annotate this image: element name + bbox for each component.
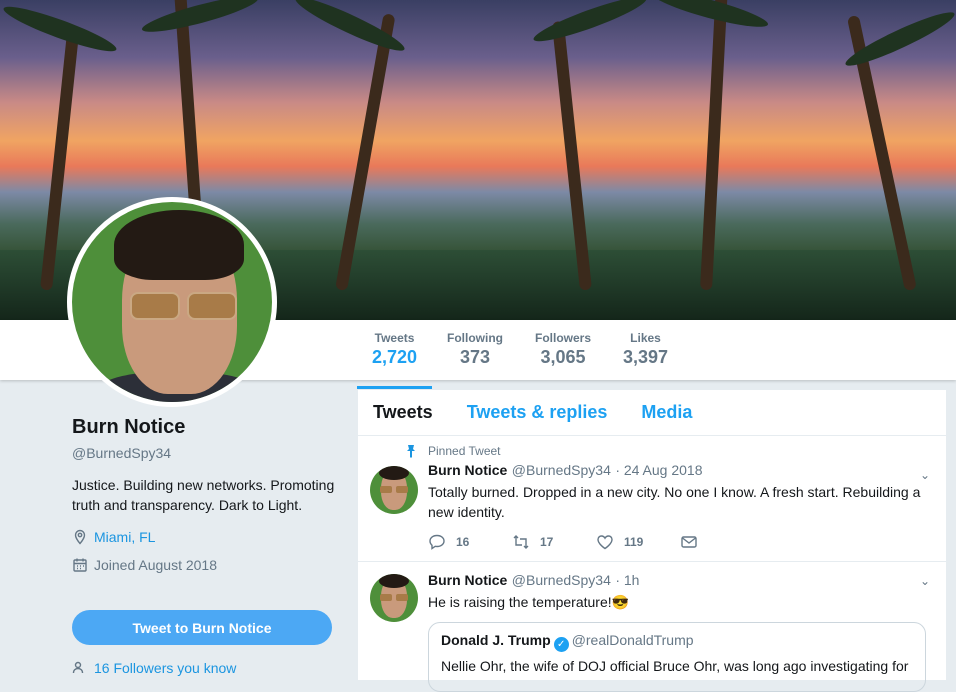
- stat-value: 3,397: [623, 347, 669, 367]
- followers-you-know-label: 16 Followers you know: [94, 660, 237, 676]
- stat-following[interactable]: Following 373: [447, 331, 503, 368]
- pinned-label: Pinned Tweet: [428, 444, 501, 458]
- tweet-to-button[interactable]: Tweet to Burn Notice: [72, 610, 332, 645]
- avatar-hair: [114, 210, 244, 280]
- timeline-tabs: Tweets Tweets & replies Media: [358, 390, 946, 436]
- quoted-author-handle: @realDonaldTrump: [571, 632, 694, 648]
- palm-frond: [0, 0, 120, 58]
- profile-name[interactable]: Burn Notice: [72, 416, 342, 439]
- tab-tweets-replies[interactable]: Tweets & replies: [467, 402, 608, 423]
- palm-frond: [649, 0, 771, 34]
- location-link[interactable]: Miami, FL: [94, 529, 155, 545]
- direct-message-button[interactable]: [680, 533, 764, 551]
- tweet-header: Burn Notice @BurnedSpy34 · 24 Aug 2018: [428, 462, 926, 480]
- tweet-author-handle[interactable]: @BurnedSpy34: [512, 462, 611, 478]
- followers-you-know[interactable]: 16 Followers you know: [72, 660, 236, 676]
- pin-icon: [407, 445, 415, 458]
- tab-tweets[interactable]: Tweets: [373, 402, 433, 423]
- stat-tweets[interactable]: Tweets 2,720: [356, 331, 433, 389]
- tweet-actions: 16 17 119: [428, 532, 926, 552]
- people-icon: [72, 661, 84, 674]
- quoted-tweet[interactable]: Donald J. Trump ✓ @realDonaldTrump Nellie …: [428, 622, 926, 692]
- reply-button[interactable]: 16: [428, 533, 512, 551]
- like-button[interactable]: 119: [596, 533, 680, 551]
- tweet-item[interactable]: ⌄ Burn Notice @BurnedSpy34 · 1h He is ra…: [358, 562, 946, 692]
- reply-icon: [429, 534, 445, 550]
- calendar-icon: [73, 558, 87, 572]
- stat-label: Likes: [630, 331, 661, 345]
- stat-label: Following: [447, 331, 503, 345]
- location-pin-icon: [74, 529, 86, 545]
- stat-label: Followers: [535, 331, 592, 345]
- palm-frond: [139, 0, 261, 39]
- retweet-icon: [513, 535, 529, 549]
- profile-joined: Joined August 2018: [72, 557, 342, 573]
- tab-media[interactable]: Media: [641, 402, 692, 423]
- tweet-author-handle[interactable]: @BurnedSpy34: [512, 572, 611, 588]
- tweet-author-name[interactable]: Burn Notice: [428, 462, 507, 478]
- profile-avatar[interactable]: [67, 197, 277, 407]
- chevron-down-icon[interactable]: ⌄: [920, 468, 932, 482]
- profile-card: Burn Notice @BurnedSpy34 Justice. Buildi…: [72, 416, 342, 573]
- reply-count: 16: [456, 535, 470, 549]
- joined-date: Joined August 2018: [94, 557, 217, 573]
- stat-value: 373: [459, 347, 491, 367]
- avatar-sunglasses: [187, 292, 237, 320]
- envelope-icon: [681, 536, 697, 548]
- chevron-down-icon[interactable]: ⌄: [920, 574, 932, 588]
- retweet-count: 17: [540, 535, 554, 549]
- tweet-header: Burn Notice @BurnedSpy34 · 1h: [428, 572, 926, 590]
- heart-icon: [597, 535, 613, 550]
- palm-frond: [530, 0, 650, 48]
- stat-value: 3,065: [540, 347, 586, 367]
- tweet-item[interactable]: Pinned Tweet ⌄ Burn Notice @BurnedSpy34 …: [358, 436, 946, 562]
- tweet-timestamp[interactable]: · 1h: [615, 572, 639, 588]
- tweet-timestamp[interactable]: · 24 Aug 2018: [615, 462, 702, 478]
- tweet-avatar[interactable]: [370, 574, 418, 622]
- timeline: Tweets Tweets & replies Media Pinned Twe…: [358, 390, 946, 692]
- profile-bio: Justice. Building new networks. Promotin…: [72, 477, 335, 513]
- stat-label: Tweets: [374, 331, 415, 345]
- stat-value: 2,720: [372, 347, 418, 367]
- like-count: 119: [624, 535, 644, 549]
- tweet-author-name[interactable]: Burn Notice: [428, 572, 507, 588]
- pinned-indicator: Pinned Tweet: [404, 444, 926, 458]
- verified-badge-icon: ✓: [553, 637, 569, 652]
- profile-handle[interactable]: @BurnedSpy34: [72, 445, 342, 461]
- stat-likes[interactable]: Likes 3,397: [623, 331, 668, 368]
- tweet-text: He is raising the temperature!😎: [428, 594, 630, 610]
- tweet-text: Totally burned. Dropped in a new city. N…: [428, 484, 921, 520]
- palm-tree: [700, 0, 728, 291]
- profile-location: Miami, FL: [72, 529, 342, 545]
- tweet-avatar[interactable]: [370, 466, 418, 514]
- avatar-sunglasses: [130, 292, 180, 320]
- stat-followers[interactable]: Followers 3,065: [535, 331, 591, 368]
- quoted-author-name: Donald J. Trump: [441, 632, 551, 648]
- retweet-button[interactable]: 17: [512, 533, 596, 551]
